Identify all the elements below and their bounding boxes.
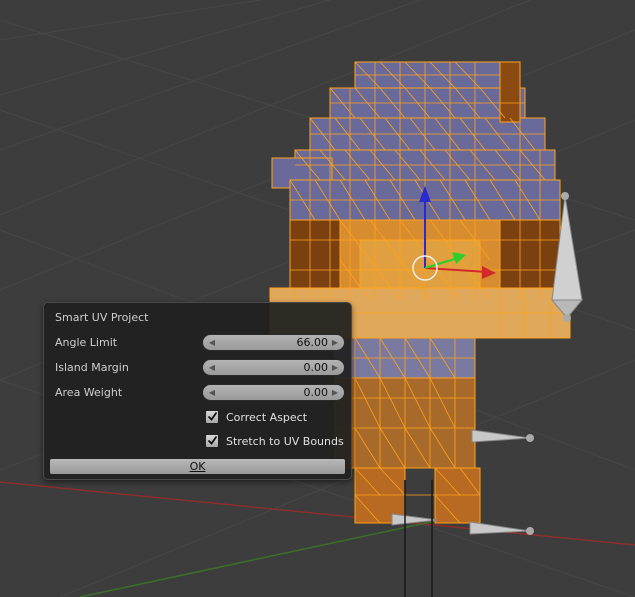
checkmark-icon — [207, 411, 218, 421]
stretch-to-uv-bounds-checkbox[interactable]: Stretch to UV Bounds — [205, 434, 344, 448]
x-axis-line — [0, 481, 635, 546]
island-margin-label: Island Margin — [55, 361, 129, 374]
area-weight-value: 0.00 — [303, 386, 329, 399]
ok-label: OK — [189, 460, 206, 473]
angle-limit-field[interactable]: ◀ 66.00 ▶ — [202, 334, 345, 351]
area-weight-field[interactable]: ◀ 0.00 ▶ — [202, 384, 345, 401]
3d-viewport[interactable] — [0, 0, 635, 597]
stretch-to-uv-bounds-label: Stretch to UV Bounds — [226, 434, 344, 448]
correct-aspect-checkbox[interactable]: Correct Aspect — [205, 410, 307, 424]
ok-button[interactable]: OK — [49, 458, 346, 475]
arrow-right-icon[interactable]: ▶ — [330, 336, 340, 350]
smart-uv-project-panel: Smart UV Project Angle Limit ◀ 66.00 ▶ I… — [43, 302, 352, 480]
checkmark-icon — [207, 435, 218, 445]
arrow-left-icon[interactable]: ◀ — [207, 361, 217, 375]
area-weight-label: Area Weight — [55, 386, 123, 399]
arrow-right-icon[interactable]: ▶ — [330, 361, 340, 375]
island-margin-field[interactable]: ◀ 0.00 ▶ — [202, 359, 345, 376]
arrow-left-icon[interactable]: ◀ — [207, 386, 217, 400]
arrow-left-icon[interactable]: ◀ — [207, 336, 217, 350]
arrow-right-icon[interactable]: ▶ — [330, 386, 340, 400]
angle-limit-value: 66.00 — [296, 336, 329, 349]
checkbox-box[interactable] — [205, 434, 219, 448]
panel-title: Smart UV Project — [55, 311, 149, 324]
y-axis-line — [79, 519, 441, 597]
island-margin-value: 0.00 — [303, 361, 329, 374]
checkbox-box[interactable] — [205, 410, 219, 424]
angle-limit-label: Angle Limit — [55, 336, 118, 349]
correct-aspect-label: Correct Aspect — [226, 410, 308, 424]
